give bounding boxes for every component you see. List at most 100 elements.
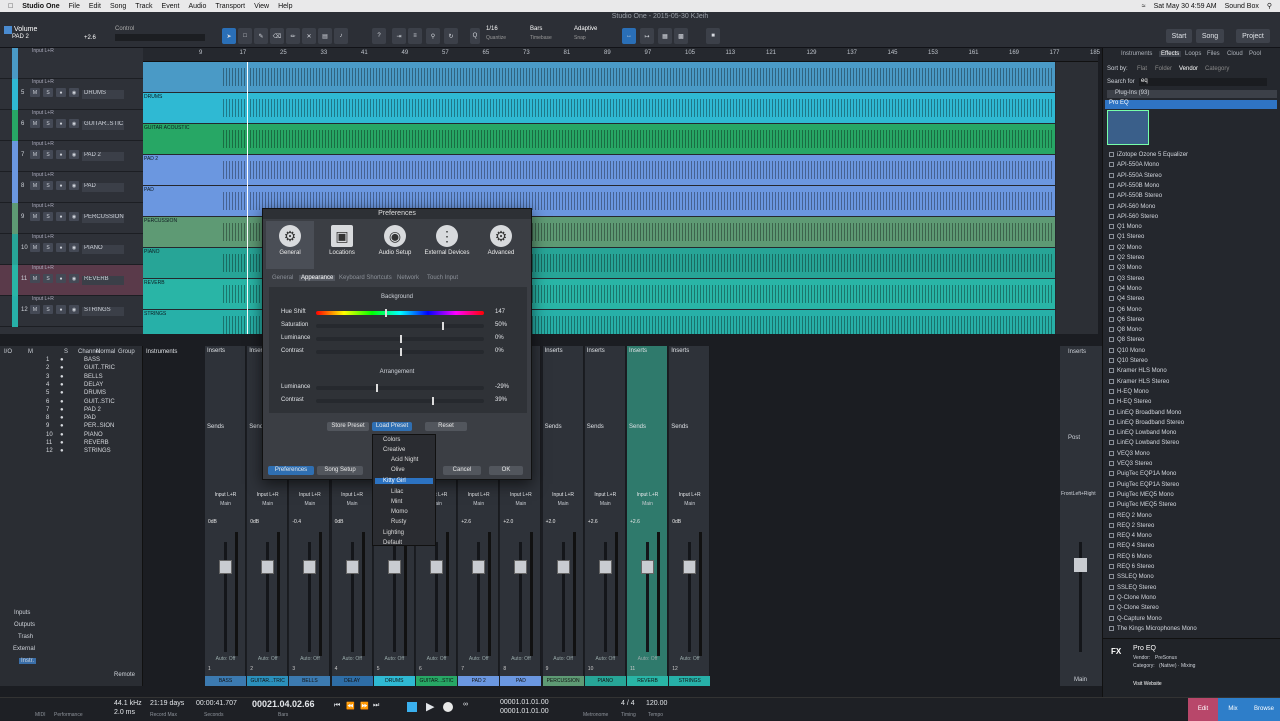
track-header[interactable]: Input L+R 8 M S ● ◉ PAD (0, 172, 143, 203)
track-name[interactable]: PAD 2 (82, 152, 124, 161)
fader-cap[interactable] (387, 560, 401, 574)
track-input[interactable]: Input L+R (32, 172, 54, 178)
record-arm-button[interactable]: ● (56, 212, 66, 221)
fader-cap[interactable] (261, 560, 275, 574)
solo-button[interactable]: S (43, 212, 53, 221)
track-header[interactable]: Input L+R 5 M S ● ◉ DRUMS (0, 79, 143, 110)
fader-cap[interactable] (303, 560, 317, 574)
slider-thumb[interactable] (376, 384, 379, 392)
sort-vendor[interactable]: Vendor (1179, 66, 1198, 72)
slider-value[interactable]: 0% (495, 348, 504, 354)
volume-readout[interactable]: +2.6 (588, 519, 598, 525)
fader-cap[interactable] (556, 560, 570, 574)
automation-mode[interactable]: Auto: Off (374, 656, 415, 662)
plugin-item[interactable]: H-EQ Mono (1109, 388, 1273, 399)
preset-menu-item[interactable]: Acid Night (391, 457, 418, 463)
mix-view-button[interactable]: Mix (1218, 698, 1248, 721)
volume-readout[interactable]: -0.4 (292, 519, 301, 525)
quantize-value[interactable]: 1/16 (486, 26, 498, 32)
sends-label[interactable]: Sends (545, 424, 562, 430)
slider-value[interactable]: 50% (495, 322, 507, 328)
menu-help[interactable]: Help (278, 3, 292, 10)
output-routing[interactable]: Main (332, 501, 373, 507)
menu-song[interactable]: Song (110, 3, 126, 10)
strip-name[interactable]: PERCUSSION (542, 676, 584, 686)
strip-name[interactable]: PAD (500, 676, 542, 686)
sends-label[interactable]: Sends (671, 424, 688, 430)
solo-button[interactable]: S (43, 150, 53, 159)
plugin-item[interactable]: Q2 Mono (1109, 244, 1273, 255)
menu-view[interactable]: View (254, 3, 269, 10)
sort-category[interactable]: Category (1205, 66, 1229, 72)
automation-mode[interactable]: Auto: Off (247, 656, 288, 662)
volume-readout[interactable]: +2.6 (630, 519, 640, 525)
channel-list-item[interactable]: 8 ● PAD (44, 415, 142, 423)
mute-button[interactable]: M (30, 212, 40, 221)
help-icon[interactable]: ? (372, 28, 386, 44)
menu-transport[interactable]: Transport (215, 3, 245, 10)
monitor-button[interactable]: ◉ (69, 243, 79, 252)
slider-value[interactable]: 147 (495, 309, 505, 315)
record-arm-button[interactable]: ● (56, 243, 66, 252)
browser-tab-cloud[interactable]: Cloud (1227, 51, 1243, 57)
trash-button[interactable]: Trash (18, 634, 33, 640)
automation-mode[interactable]: Auto: Off (585, 656, 626, 662)
external-button[interactable]: External (13, 646, 35, 652)
input-routing[interactable]: Input L+R (458, 492, 499, 498)
slider-thumb[interactable] (384, 309, 387, 317)
main-inserts-label[interactable]: Inserts (1068, 349, 1086, 355)
eraser-tool-icon[interactable]: ⌫ (270, 28, 284, 44)
wifi-icon[interactable]: ≈ (1142, 3, 1146, 10)
channel-list-item[interactable]: 11 ● REVERB (44, 440, 142, 448)
output-routing[interactable]: Main (247, 501, 288, 507)
browser-tab-effects[interactable]: Effects (1159, 51, 1182, 57)
rewind-icon[interactable]: ⏪ (346, 702, 355, 710)
input-routing[interactable]: Input L+R (500, 492, 541, 498)
prefs-general-tab[interactable]: ⚙ General (266, 221, 314, 269)
song-setup-button[interactable]: Song Setup (317, 466, 363, 475)
plugin-item[interactable]: Kramer HLS Mono (1109, 368, 1273, 378)
slider-track[interactable] (316, 348, 484, 356)
instruments-button[interactable]: Instr. (19, 658, 37, 664)
input-routing[interactable]: Input L+R (247, 492, 288, 498)
io-label[interactable]: I/O (4, 349, 12, 355)
slider-thumb[interactable] (442, 322, 444, 330)
volume-readout[interactable]: 0dB (335, 519, 344, 525)
automation-mode[interactable]: Auto: Off (416, 656, 457, 662)
mute-button[interactable]: M (30, 181, 40, 190)
solo-button[interactable]: S (43, 243, 53, 252)
fader-track[interactable] (266, 542, 270, 652)
inserts-label[interactable]: Inserts (587, 348, 605, 354)
channel-visible-icon[interactable]: ● (60, 415, 64, 421)
automation-mode[interactable]: Auto: Off (458, 656, 499, 662)
fader-track[interactable] (350, 542, 354, 652)
input-routing[interactable]: Input L+R (205, 492, 246, 498)
plugin-item[interactable]: VEQ3 Stereo (1109, 461, 1273, 471)
fader-cap[interactable] (472, 560, 486, 574)
arrow-tool-icon[interactable]: ➤ (222, 28, 236, 44)
channel-list-item[interactable]: 7 ● PAD 2 (44, 407, 142, 415)
track-name[interactable]: GUITAR..STIC (82, 121, 124, 130)
slider-thumb[interactable] (431, 397, 434, 405)
snap-value[interactable]: Adaptive (574, 26, 597, 32)
prefs-advanced-tab[interactable]: ⚙ Advanced (477, 221, 525, 269)
plugin-item[interactable]: LinEQ Broadband Mono (1109, 409, 1273, 420)
record-arm-button[interactable]: ● (56, 119, 66, 128)
plugin-item[interactable]: Kramer HLS Stereo (1109, 378, 1273, 389)
strip-name[interactable]: DELAY (331, 676, 373, 686)
track-input[interactable]: Input L+R (32, 79, 54, 85)
automation-mode[interactable]: Auto: Off (289, 656, 330, 662)
browser-tab-files[interactable]: Files (1207, 51, 1220, 57)
volume-readout[interactable]: +2.6 (461, 519, 471, 525)
plugin-item[interactable]: Q1 Stereo (1109, 234, 1273, 244)
ok-button[interactable]: OK (489, 466, 523, 475)
plugin-item[interactable]: Q3 Stereo (1109, 275, 1273, 286)
fader-cap[interactable] (598, 560, 612, 574)
track-name[interactable]: PERCUSSION (82, 214, 124, 223)
output-routing[interactable]: Main (500, 501, 541, 507)
inputs-button[interactable]: Inputs (14, 610, 30, 616)
automation-mode[interactable]: Auto: Off (543, 656, 584, 662)
output-routing[interactable]: Main (543, 501, 584, 507)
lock-icon[interactable]: ■ (706, 28, 720, 44)
slider-thumb[interactable] (400, 348, 402, 356)
